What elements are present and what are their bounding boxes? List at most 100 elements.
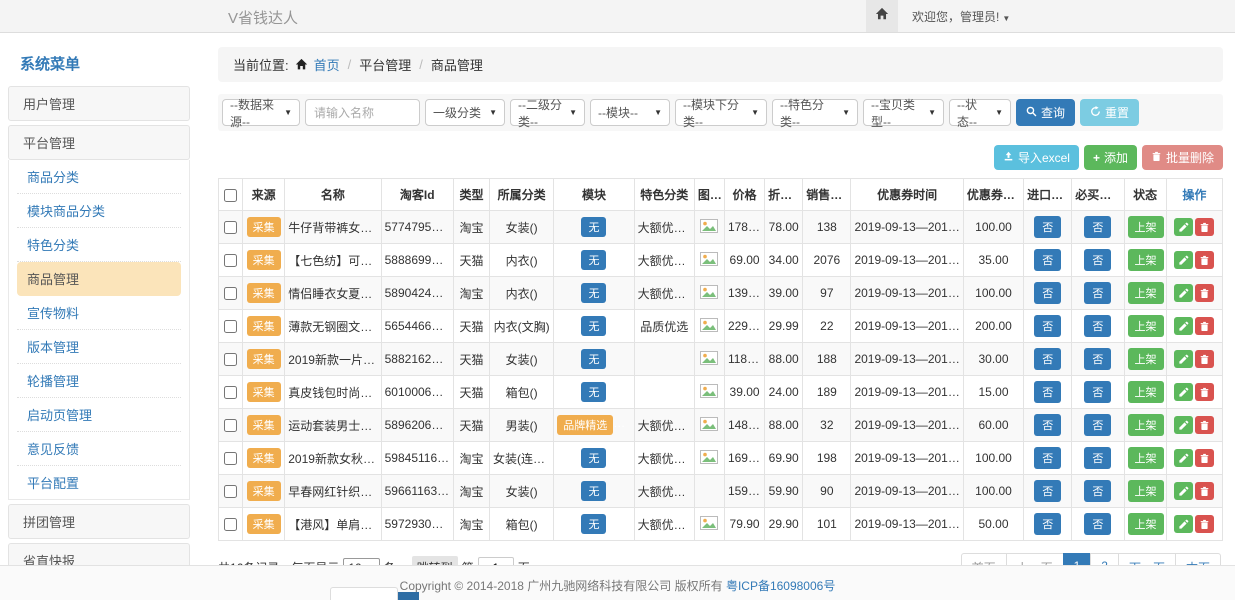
must-buy-toggle[interactable]: 否 (1084, 249, 1111, 271)
edit-button[interactable] (1174, 218, 1193, 236)
edit-button[interactable] (1174, 284, 1193, 302)
row-checkbox[interactable] (224, 452, 237, 465)
product-name: 情侣睡衣女夏丝绸男士... (285, 277, 381, 310)
filter-select-3[interactable]: --模块--▼ (590, 99, 670, 126)
row-checkbox[interactable] (224, 485, 237, 498)
import-select-toggle[interactable]: 否 (1034, 216, 1061, 238)
must-buy-toggle[interactable]: 否 (1084, 282, 1111, 304)
select-all-checkbox[interactable] (224, 189, 237, 202)
row-checkbox[interactable] (224, 320, 237, 333)
status-badge[interactable]: 上架 (1128, 381, 1164, 403)
reset-button[interactable]: 重置 (1080, 99, 1139, 126)
edit-button[interactable] (1174, 317, 1193, 335)
row-checkbox[interactable] (224, 386, 237, 399)
row-checkbox[interactable] (224, 419, 237, 432)
delete-button[interactable] (1195, 482, 1214, 500)
sales-count: 22 (803, 310, 851, 343)
must-buy-toggle[interactable]: 否 (1084, 480, 1111, 502)
home-button[interactable] (866, 0, 898, 32)
sidebar-item-11[interactable]: 平台配置 (17, 466, 181, 499)
column-header-9: 价格 (724, 179, 764, 211)
import-select-toggle[interactable]: 否 (1034, 381, 1061, 403)
import-select-toggle[interactable]: 否 (1034, 282, 1061, 304)
edit-button[interactable] (1174, 515, 1193, 533)
user-menu[interactable]: 欢迎您，管理员!▼ (912, 8, 1010, 25)
status-badge[interactable]: 上架 (1128, 315, 1164, 337)
sidebar-item-6[interactable]: 宣传物料 (17, 296, 181, 330)
edit-button[interactable] (1174, 350, 1193, 368)
status-badge[interactable]: 上架 (1128, 282, 1164, 304)
edit-button[interactable] (1174, 383, 1193, 401)
sidebar-group-1[interactable]: 平台管理 (8, 125, 190, 160)
must-buy-toggle[interactable]: 否 (1084, 381, 1111, 403)
import-select-toggle[interactable]: 否 (1034, 513, 1061, 535)
batch-delete-button[interactable]: 批量删除 (1142, 145, 1223, 170)
sidebar-item-2[interactable]: 商品分类 (17, 160, 181, 194)
sidebar-item-10[interactable]: 意见反馈 (17, 432, 181, 466)
breadcrumb-home-link[interactable]: 首页 (314, 55, 340, 74)
product-name: 薄款无钢圈文胸聚拢性... (285, 310, 381, 343)
icp-link[interactable]: 粤ICP备16098006号 (726, 579, 835, 593)
status-badge[interactable]: 上架 (1128, 480, 1164, 502)
edit-button[interactable] (1174, 416, 1193, 434)
must-buy-toggle[interactable]: 否 (1084, 315, 1111, 337)
delete-button[interactable] (1195, 383, 1214, 401)
delete-button[interactable] (1195, 317, 1214, 335)
module-badge: 无 (581, 217, 606, 237)
delete-button[interactable] (1195, 350, 1214, 368)
filter-select-6[interactable]: --宝贝类型--▼ (863, 99, 944, 126)
delete-button[interactable] (1195, 449, 1214, 467)
filter-select-5[interactable]: --特色分类--▼ (772, 99, 858, 126)
must-buy-toggle[interactable]: 否 (1084, 216, 1111, 238)
status-badge[interactable]: 上架 (1128, 216, 1164, 238)
import-select-toggle[interactable]: 否 (1034, 315, 1061, 337)
coupon-amount: 50.00 (963, 508, 1023, 541)
status-badge[interactable]: 上架 (1128, 513, 1164, 535)
icon-cell (694, 442, 724, 475)
row-checkbox[interactable] (224, 221, 237, 234)
delete-button[interactable] (1195, 284, 1214, 302)
sidebar-item-7[interactable]: 版本管理 (17, 330, 181, 364)
edit-button[interactable] (1174, 449, 1193, 467)
delete-button[interactable] (1195, 218, 1214, 236)
row-checkbox[interactable] (224, 518, 237, 531)
delete-button[interactable] (1195, 416, 1214, 434)
row-checkbox[interactable] (224, 254, 237, 267)
sidebar-group-12[interactable]: 拼团管理 (8, 504, 190, 539)
row-checkbox[interactable] (224, 353, 237, 366)
filter-select-0[interactable]: --数据来源--▼ (222, 99, 300, 126)
delete-button[interactable] (1195, 251, 1214, 269)
import-excel-button[interactable]: 导入excel (994, 145, 1079, 170)
edit-button[interactable] (1174, 251, 1193, 269)
import-select-toggle[interactable]: 否 (1034, 480, 1061, 502)
add-button[interactable]: + 添加 (1084, 145, 1137, 170)
filter-select-4[interactable]: --模块下分类--▼ (675, 99, 767, 126)
filter-select-1[interactable]: 一级分类▼ (425, 99, 505, 126)
sidebar-item-9[interactable]: 启动页管理 (17, 398, 181, 432)
sidebar-item-4[interactable]: 特色分类 (17, 228, 181, 262)
sidebar-item-8[interactable]: 轮播管理 (17, 364, 181, 398)
sidebar-group-0[interactable]: 用户管理 (8, 86, 190, 121)
must-buy-toggle[interactable]: 否 (1084, 414, 1111, 436)
query-button[interactable]: 查询 (1016, 99, 1075, 126)
sidebar-item-5[interactable]: 商品管理 (17, 262, 181, 296)
status-badge[interactable]: 上架 (1128, 414, 1164, 436)
row-checkbox[interactable] (224, 287, 237, 300)
filter-select-7[interactable]: --状态--▼ (949, 99, 1011, 126)
filter-select-2[interactable]: --二级分类--▼ (510, 99, 585, 126)
import-select-toggle[interactable]: 否 (1034, 249, 1061, 271)
must-buy-toggle[interactable]: 否 (1084, 348, 1111, 370)
import-select-toggle[interactable]: 否 (1034, 414, 1061, 436)
status-badge[interactable]: 上架 (1128, 348, 1164, 370)
coupon-amount: 100.00 (963, 442, 1023, 475)
edit-button[interactable] (1174, 482, 1193, 500)
import-select-toggle[interactable]: 否 (1034, 348, 1061, 370)
import-select-toggle[interactable]: 否 (1034, 447, 1061, 469)
must-buy-toggle[interactable]: 否 (1084, 513, 1111, 535)
delete-button[interactable] (1195, 515, 1214, 533)
status-badge[interactable]: 上架 (1128, 249, 1164, 271)
must-buy-toggle[interactable]: 否 (1084, 447, 1111, 469)
sidebar-item-3[interactable]: 模块商品分类 (17, 194, 181, 228)
search-input[interactable] (305, 99, 420, 126)
status-badge[interactable]: 上架 (1128, 447, 1164, 469)
